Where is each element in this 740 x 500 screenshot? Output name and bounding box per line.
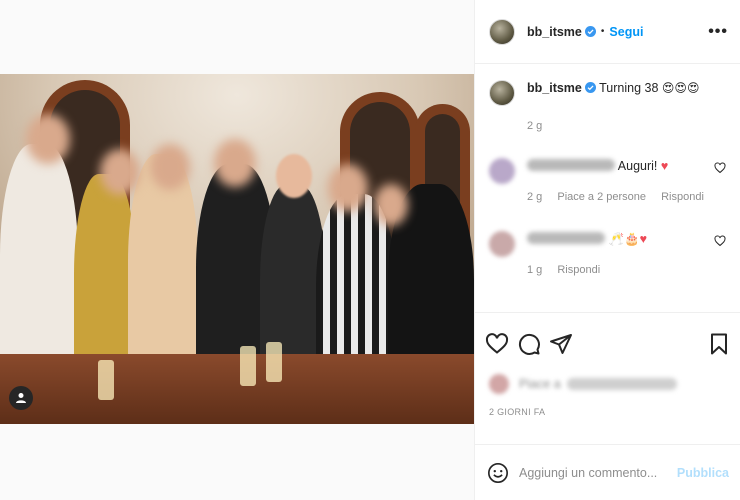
commenter-avatar[interactable]: [489, 158, 515, 184]
emoji-smiley-icon[interactable]: [487, 462, 509, 484]
comment-emoji: ♥: [660, 159, 669, 173]
post-photo[interactable]: [0, 74, 474, 424]
media-pane: [0, 0, 474, 500]
more-options-button[interactable]: •••: [708, 23, 728, 41]
comment-item: 🥂🎂♥ 1 g Rispondi: [489, 231, 726, 278]
liker-names-blurred: [566, 378, 677, 390]
comment-text: Auguri!: [617, 159, 658, 173]
comment-time[interactable]: 1 g: [527, 264, 542, 276]
caption-time[interactable]: 2 g: [527, 120, 726, 132]
commenter-username-blurred[interactable]: [527, 232, 605, 244]
caption-author-avatar[interactable]: [489, 80, 515, 106]
share-paper-plane-icon[interactable]: [549, 332, 573, 356]
comment-input[interactable]: Aggiungi un commento...: [519, 466, 677, 480]
author-username[interactable]: bb_itsme: [527, 25, 582, 39]
author-avatar[interactable]: [489, 18, 515, 45]
reply-button[interactable]: Rispondi: [557, 264, 600, 276]
post-actions: Piace a 2 GIORNI FA: [475, 312, 740, 417]
liker-avatar: [489, 374, 509, 394]
comments-list: bb_itsme Turning 38 😍😍😍 2 g Auguri! ♥ 2 …: [475, 64, 740, 314]
verified-badge-icon: [584, 82, 596, 93]
separator-dot: •: [600, 26, 605, 37]
follow-button[interactable]: Segui: [609, 25, 643, 39]
like-comment-heart-icon[interactable]: [714, 235, 726, 247]
verified-badge-icon: [584, 26, 596, 37]
comment-item: Auguri! ♥ 2 g Piace a 2 persone Rispondi: [489, 158, 726, 205]
reply-button[interactable]: Rispondi: [661, 191, 704, 203]
likes-text-blurred: Piace a: [519, 377, 561, 391]
comment-time[interactable]: 2 g: [527, 191, 542, 203]
comment-bubble-icon[interactable]: [517, 332, 541, 356]
add-comment-bar: Aggiungi un commento... Pubblica: [475, 444, 740, 500]
like-comment-heart-icon[interactable]: [714, 162, 726, 174]
comment-likes[interactable]: Piace a 2 persone: [557, 191, 646, 203]
comment-emoji: 🥂🎂♥: [608, 232, 648, 246]
commenter-username-blurred[interactable]: [527, 159, 615, 171]
like-heart-icon[interactable]: [485, 332, 509, 356]
save-bookmark-icon[interactable]: [707, 332, 731, 356]
likes-summary[interactable]: Piace a: [475, 359, 740, 399]
post-date[interactable]: 2 GIORNI FA: [475, 399, 740, 417]
commenter-avatar[interactable]: [489, 231, 515, 257]
caption-emojis: 😍😍😍: [661, 81, 700, 95]
user-icon: [16, 393, 26, 403]
caption: bb_itsme Turning 38 😍😍😍: [489, 80, 726, 106]
publish-button[interactable]: Pubblica: [677, 466, 729, 480]
post-side-panel: bb_itsme • Segui ••• bb_itsme Turning 38…: [474, 0, 740, 500]
post-header: bb_itsme • Segui •••: [475, 0, 740, 64]
caption-author[interactable]: bb_itsme: [527, 81, 582, 95]
caption-text: Turning 38: [599, 81, 659, 95]
user-tag-button[interactable]: [9, 386, 33, 410]
